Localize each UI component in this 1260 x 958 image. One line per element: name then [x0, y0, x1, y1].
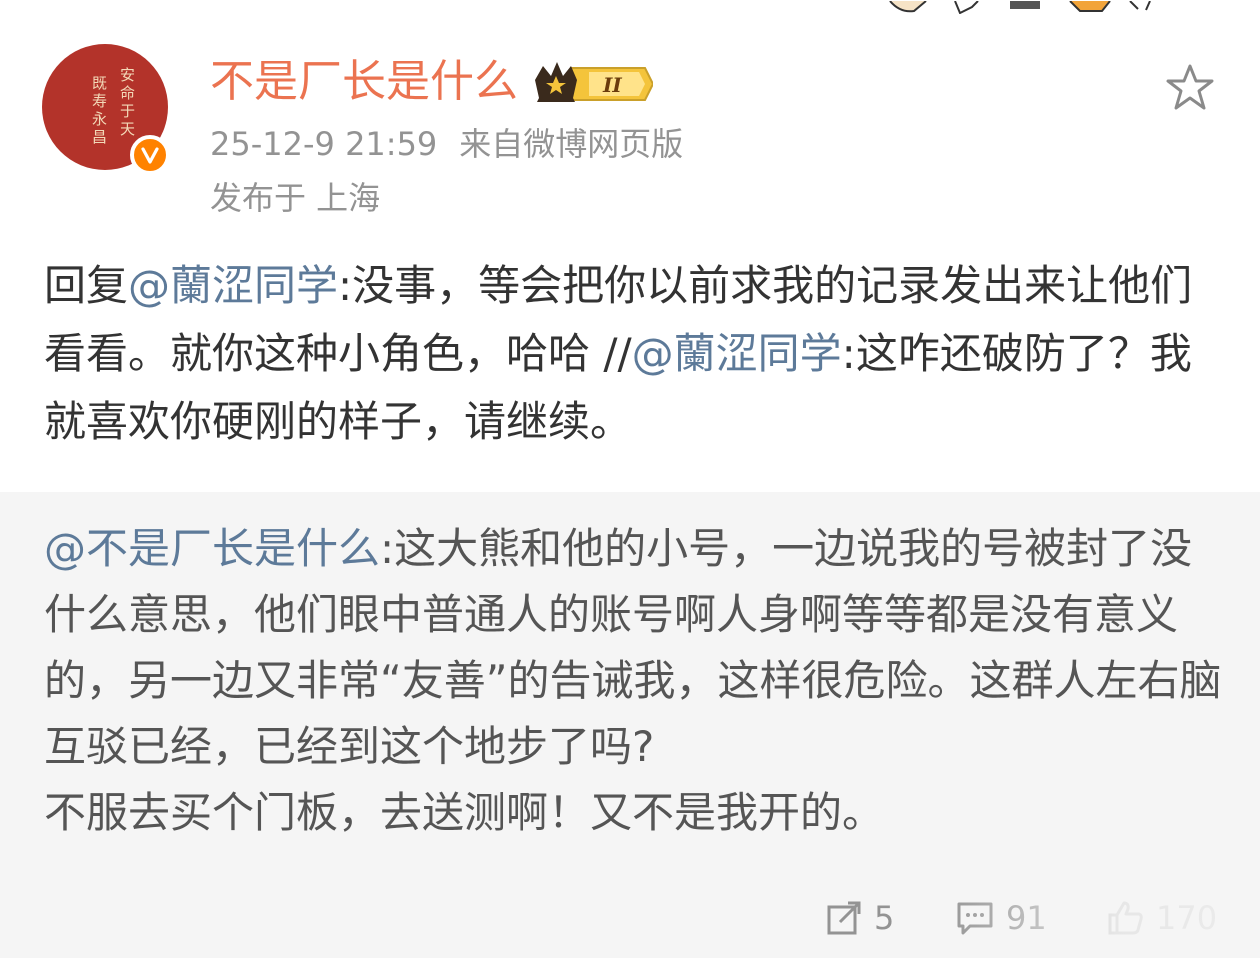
svg-text:安: 安	[120, 66, 135, 84]
svg-text:命: 命	[120, 84, 135, 102]
post-datetime: 25-12-9 21:59	[210, 125, 438, 163]
thumbs-up-icon	[1108, 901, 1143, 935]
repost-count: 5	[874, 899, 895, 937]
post-location: 发布于 上海	[210, 179, 381, 217]
favorite-star-icon[interactable]	[1164, 62, 1216, 114]
header-decoration	[880, 0, 1260, 14]
comment-count: 91	[1006, 899, 1047, 937]
comment-icon	[957, 902, 993, 935]
svg-text:于: 于	[120, 102, 135, 120]
author-name[interactable]: 不是厂长是什么	[210, 54, 518, 110]
crown-level-badge-icon[interactable]: II	[533, 58, 655, 110]
svg-text:天: 天	[120, 120, 135, 138]
mention-link[interactable]: @蘭涩同学	[632, 329, 842, 378]
svg-text:II: II	[602, 73, 622, 97]
verified-badge-icon	[130, 135, 170, 175]
repost-button[interactable]: 5	[826, 896, 894, 940]
retweeted-post[interactable]: @不是厂长是什么:这大熊和他的小号，一边说我的号被封了没什么意思，他们眼中普通人…	[0, 492, 1260, 958]
svg-text:永: 永	[92, 110, 107, 128]
comment-button[interactable]: 91	[956, 896, 1047, 940]
like-button[interactable]: 170	[1106, 896, 1217, 940]
svg-text:寿: 寿	[92, 92, 107, 110]
retweet-text-part: 不服去买个门板，去送测啊！又不是我开的。	[44, 788, 885, 837]
repost-icon	[827, 901, 861, 935]
post-meta: 25-12-9 21:59 来自微博网页版	[210, 122, 683, 166]
post-text: 回复@蘭涩同学:没事，等会把你以前求我的记录发出来让他们看看。就你这种小角色，哈…	[44, 252, 1224, 456]
reply-prefix: 回复	[44, 261, 129, 310]
post-source: 来自微博网页版	[459, 125, 684, 163]
like-count: 170	[1156, 899, 1218, 937]
svg-text:昌: 昌	[92, 128, 107, 146]
mention-link[interactable]: @不是厂长是什么	[44, 524, 380, 573]
retweet-text: @不是厂长是什么:这大熊和他的小号，一边说我的号被封了没什么意思，他们眼中普通人…	[44, 516, 1224, 846]
mention-link[interactable]: @蘭涩同学	[128, 261, 338, 310]
svg-text:既: 既	[92, 74, 107, 92]
